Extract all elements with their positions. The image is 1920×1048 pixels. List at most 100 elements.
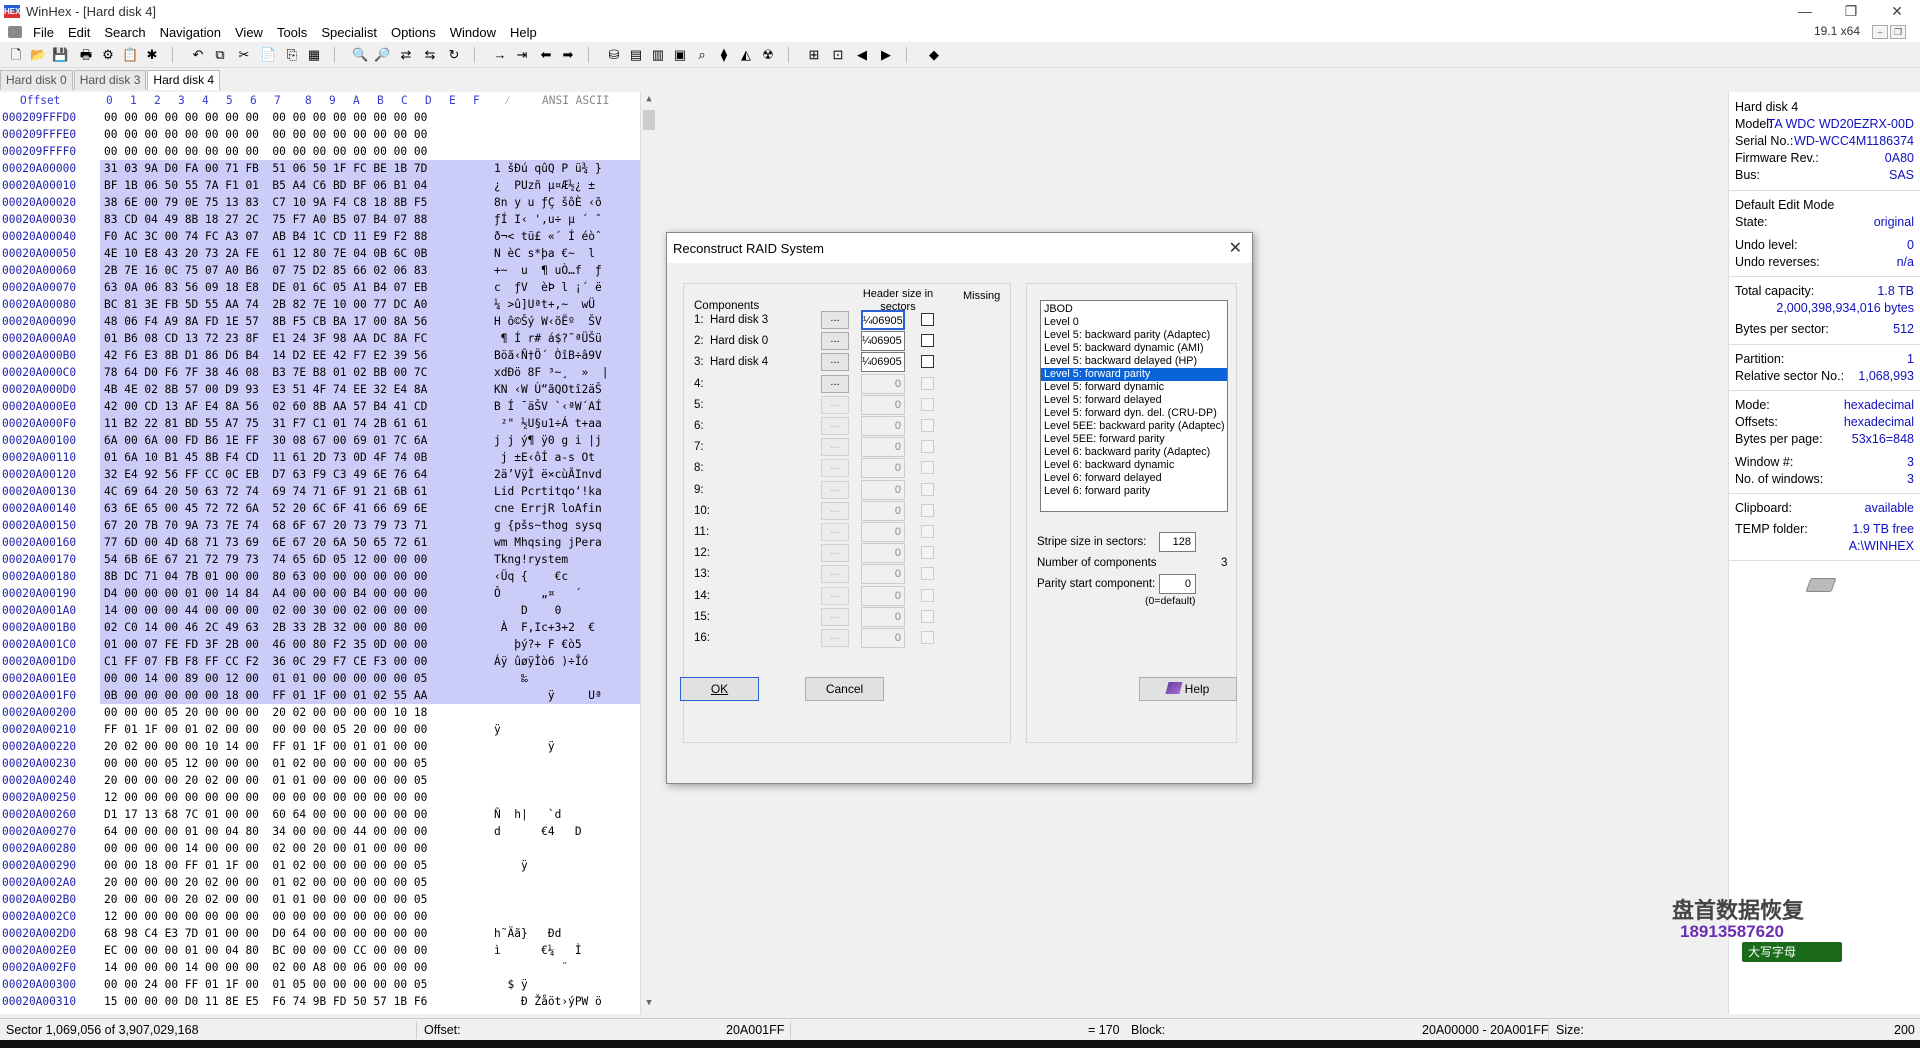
hex-row[interactable]: 00020A00050 4E 10 E8 43 20 73 2A FE 61 12…	[0, 245, 640, 262]
row-ascii[interactable]: Böã‹Ñ†Ö´ ÒîB÷â9V	[494, 349, 602, 362]
row-ascii[interactable]: wm Mhqsing jPera	[494, 536, 602, 549]
row-ascii[interactable]: Áÿ ûøÿÌò6 )÷Îó	[494, 655, 588, 668]
row-ascii[interactable]: ÿ	[494, 859, 528, 872]
hex-row[interactable]: 00020A00010 BF 1B 06 50 55 7A F1 01 B5 A4…	[0, 177, 640, 194]
browse-component-button[interactable]: ...	[821, 501, 849, 520]
hex-row[interactable]: 00020A00020 38 6E 00 79 0E 75 13 83 C7 10…	[0, 194, 640, 211]
raid-level-item[interactable]: JBOD	[1041, 303, 1227, 316]
hex-row[interactable]: 00020A00260 D1 17 13 68 7C 01 00 00 60 64…	[0, 806, 640, 823]
missing-checkbox[interactable]	[921, 397, 934, 411]
header-size-input[interactable]: 0	[861, 522, 905, 542]
row-ascii[interactable]: ÿ	[494, 740, 555, 753]
row-ascii[interactable]: Ð Žåöt›ýPW ö	[494, 995, 602, 1008]
hex-row[interactable]: 000209FFFF0 00 00 00 00 00 00 00 00 00 00…	[0, 143, 640, 160]
hex-row[interactable]: 00020A00190 D4 00 00 00 01 00 14 84 A4 00…	[0, 585, 640, 602]
menu-file[interactable]: File	[26, 25, 61, 40]
row-bytes[interactable]: 8B DC 71 04 7B 01 00 00 80 63 00 00 00 0…	[104, 570, 427, 583]
header-size-input[interactable]: 0	[861, 543, 905, 564]
hex-row[interactable]: 00020A000A0 01 B6 08 CD 13 72 23 8F E1 24…	[0, 330, 640, 347]
browse-component-button[interactable]: ...	[821, 332, 849, 351]
help-button[interactable]: Help	[1139, 677, 1237, 701]
hex-row[interactable]: 00020A00280 00 00 00 00 14 00 00 00 02 00…	[0, 840, 640, 857]
row-bytes[interactable]: 00 00 00 00 00 00 00 00 00 00 00 00 00 0…	[104, 111, 427, 124]
hex-row[interactable]: 00020A000E0 42 00 CD 13 AF E4 8A 56 02 60…	[0, 398, 640, 415]
replace-text-icon[interactable]: ⇄	[398, 47, 414, 63]
hex-row[interactable]: 00020A00070 63 0A 06 83 56 09 18 E8 DE 01…	[0, 279, 640, 296]
row-ascii[interactable]: Lid Pcrtitqo‘!ka	[494, 485, 602, 498]
hex-row[interactable]: 00020A00110 01 6A 10 B1 45 8B F4 CD 11 61…	[0, 449, 640, 466]
row-bytes[interactable]: 67 20 7B 70 9A 73 7E 74 68 6F 67 20 73 7…	[104, 519, 427, 532]
row-ascii[interactable]: ÿ	[494, 723, 501, 736]
browse-component-button[interactable]: ...	[821, 459, 849, 478]
winhex-help-icon[interactable]: ◆	[926, 47, 942, 63]
row-ascii[interactable]: 8n y u ƒÇ šôÈ ‹õ	[494, 196, 602, 209]
menu-search[interactable]: Search	[97, 25, 152, 40]
menu-window[interactable]: Window	[443, 25, 503, 40]
row-ascii[interactable]: D 0	[494, 604, 561, 617]
hex-row[interactable]: 00020A00270 64 00 00 00 01 00 04 80 34 00…	[0, 823, 640, 840]
menu-tools[interactable]: Tools	[270, 25, 314, 40]
header-size-input[interactable]: ¼06905	[861, 331, 905, 352]
hex-row[interactable]: 00020A002C0 12 00 00 00 00 00 00 00 00 00…	[0, 908, 640, 925]
missing-checkbox[interactable]	[921, 440, 934, 454]
tab-hard-disk-3[interactable]: Hard disk 3	[73, 70, 147, 90]
raid-level-item[interactable]: Level 6: backward dynamic	[1041, 459, 1227, 472]
replace-hex-icon[interactable]: ⇆	[422, 47, 438, 63]
disk-menu-icon[interactable]	[8, 26, 22, 38]
undo-icon[interactable]: ↶	[190, 47, 206, 63]
row-bytes[interactable]: 01 00 07 FE FD 3F 2B 00 46 00 80 F2 35 0…	[104, 638, 427, 651]
raid-level-list[interactable]: JBOD Level 0 Level 5: backward parity (Ada…	[1040, 300, 1228, 512]
missing-checkbox[interactable]	[921, 567, 934, 581]
row-bytes[interactable]: 42 F6 E3 8B D1 86 D6 B4 14 D2 EE 42 F7 E…	[104, 349, 427, 362]
raid-level-item[interactable]: Level 5: forward delayed	[1041, 394, 1227, 407]
hex-row[interactable]: 00020A00150 67 20 7B 70 9A 73 7E 74 68 6F…	[0, 517, 640, 534]
goto-sector-icon[interactable]: ⇥	[514, 47, 530, 63]
parity-start-input[interactable]: 0	[1159, 574, 1196, 594]
row-bytes[interactable]: 01 B6 08 CD 13 72 23 8F E1 24 3F 98 AA D…	[104, 332, 427, 345]
raid-level-item[interactable]: Level 5: forward dyn. del. (CRU-DP)	[1041, 407, 1227, 420]
menu-help[interactable]: Help	[503, 25, 544, 40]
goto-offset-icon[interactable]: →	[492, 47, 508, 63]
row-bytes[interactable]: 32 E4 92 56 FF CC 0C EB D7 63 F9 C3 49 6…	[104, 468, 427, 481]
row-bytes[interactable]: 68 98 C4 E3 7D 01 00 00 D0 64 00 00 00 0…	[104, 927, 427, 940]
row-bytes[interactable]: 20 00 00 00 20 02 00 00 01 01 00 00 00 0…	[104, 893, 427, 906]
row-bytes[interactable]: 4C 69 64 20 50 63 72 74 69 74 71 6F 91 2…	[104, 485, 427, 498]
hex-row[interactable]: 00020A00240 20 00 00 00 20 02 00 00 01 01…	[0, 772, 640, 789]
raid-level-item[interactable]: Level 5: backward dynamic (AMI)	[1041, 342, 1227, 355]
row-bytes[interactable]: 00 00 00 00 14 00 00 00 02 00 20 00 01 0…	[104, 842, 427, 855]
missing-checkbox[interactable]	[921, 461, 934, 475]
hex-vertical-scrollbar[interactable]: ▲ ▼	[640, 92, 656, 1014]
row-bytes[interactable]: BC 81 3E FB 5D 55 AA 74 2B 82 7E 10 00 7…	[104, 298, 427, 311]
hex-rows[interactable]: 000209FFFD0 00 00 00 00 00 00 00 00 00 00…	[0, 109, 640, 1010]
mdi-restore-button[interactable]: ❐	[1890, 25, 1906, 39]
row-ascii[interactable]: j ±E‹ôÍ a-s Ot	[494, 451, 595, 464]
row-bytes[interactable]: 01 6A 10 B1 45 8B F4 CD 11 61 2D 73 0D 4…	[104, 451, 427, 464]
hex-row[interactable]: 00020A002A0 20 00 00 00 20 02 00 00 01 02…	[0, 874, 640, 891]
raid-level-item[interactable]: Level 5: backward parity (Adaptec)	[1041, 329, 1227, 342]
browse-component-button[interactable]: ...	[821, 629, 849, 647]
row-bytes[interactable]: 15 00 00 00 D0 11 8E E5 F6 74 9B FD 50 5…	[104, 995, 427, 1008]
missing-checkbox[interactable]	[921, 334, 934, 348]
row-bytes[interactable]: 0B 00 00 00 00 00 18 00 FF 01 1F 00 01 0…	[104, 689, 427, 702]
hex-row[interactable]: 000209FFFD0 00 00 00 00 00 00 00 00 00 00…	[0, 109, 640, 126]
find-hex-icon[interactable]: 🔎	[374, 47, 390, 63]
row-ascii[interactable]: 2ä’VÿÌ ë×cùÃInvd	[494, 468, 602, 481]
header-size-input[interactable]: 0	[861, 394, 905, 415]
row-bytes[interactable]: 02 C0 14 00 46 2C 49 63 2B 33 2B 32 00 0…	[104, 621, 427, 634]
row-bytes[interactable]: 48 06 F4 A9 8A FD 1E 57 8B F5 CB BA 17 0…	[104, 315, 427, 328]
raid-level-item[interactable]: Level 5EE: backward parity (Adaptec)	[1041, 420, 1227, 433]
row-bytes[interactable]: 00 00 14 00 89 00 12 00 01 01 00 00 00 0…	[104, 672, 427, 685]
browse-component-button[interactable]: ...	[821, 311, 849, 329]
hex-row[interactable]: 00020A001E0 00 00 14 00 89 00 12 00 01 01…	[0, 670, 640, 687]
row-bytes[interactable]: 12 00 00 00 00 00 00 00 00 00 00 00 00 0…	[104, 791, 427, 804]
missing-checkbox[interactable]	[921, 355, 934, 369]
header-size-input[interactable]: ¼06905	[861, 352, 905, 373]
header-size-input[interactable]: 0	[861, 416, 905, 436]
row-ascii[interactable]: xdÐö 8F ³~¸ » |	[494, 366, 609, 379]
find-text-icon[interactable]: 🔍	[352, 47, 368, 63]
properties-icon[interactable]: ⚙	[100, 47, 116, 63]
hex-row[interactable]: 00020A00120 32 E4 92 56 FF CC 0C EB D7 63…	[0, 466, 640, 483]
row-ascii[interactable]: ƒÍ I‹ ',u÷ µ ´ ˆ	[494, 213, 602, 226]
header-size-input[interactable]: ¼06905	[861, 310, 905, 330]
row-ascii[interactable]: Ñ h| `d	[494, 808, 561, 821]
